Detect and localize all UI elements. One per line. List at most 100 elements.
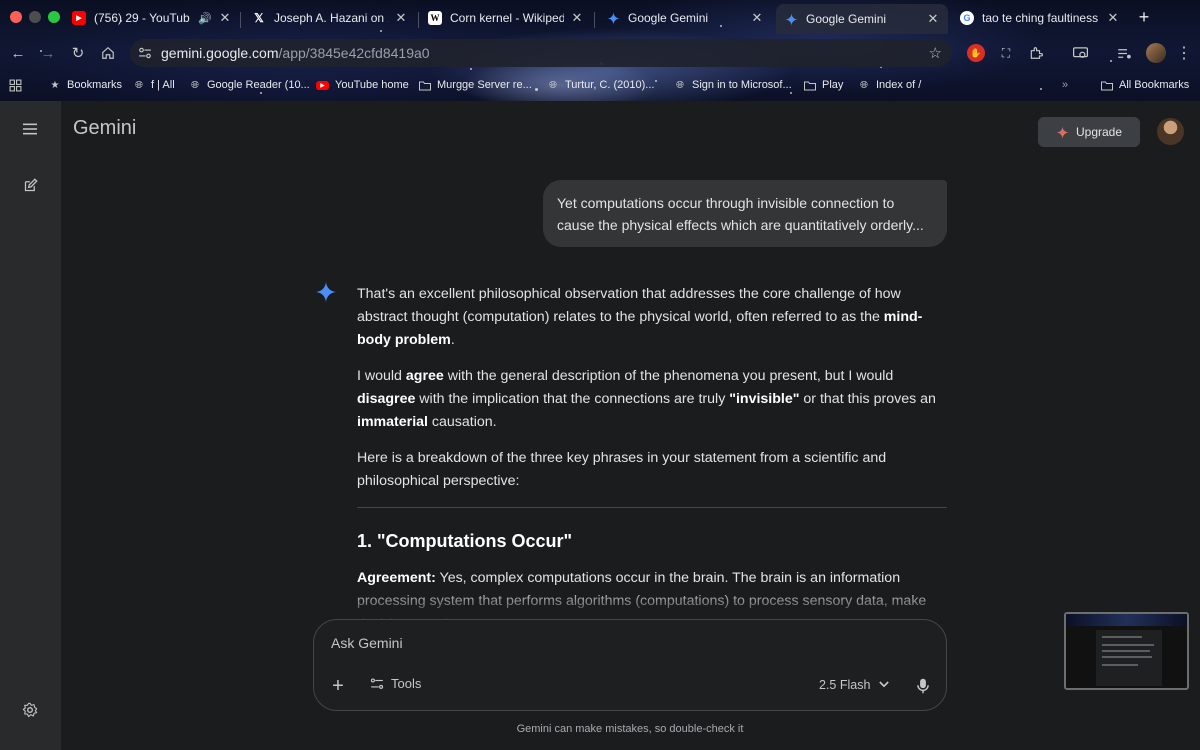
url-path: /app/3845e42cfd8419a0 bbox=[278, 45, 430, 61]
tab-youtube[interactable]: ▶ (756) 29 - YouTube 🔊 ✕ bbox=[64, 4, 240, 32]
browser-menu-icon[interactable]: ⋮ bbox=[1176, 43, 1192, 63]
bookmarks-overflow-button[interactable]: » bbox=[1062, 79, 1068, 91]
window-zoom-button[interactable] bbox=[48, 11, 60, 23]
url-host: gemini.google.com bbox=[161, 45, 279, 61]
browser-chrome: ▶ (756) 29 - YouTube 🔊 ✕ 𝕏 Joseph A. Haz… bbox=[0, 0, 1200, 101]
wikipedia-icon: W bbox=[428, 11, 442, 25]
tab-strip: ▶ (756) 29 - YouTube 🔊 ✕ 𝕏 Joseph A. Haz… bbox=[0, 0, 1200, 34]
prompt-input-box[interactable]: Ask Gemini + Tools 2.5 Flash bbox=[313, 619, 947, 711]
tab-gemini-active[interactable]: Google Gemini ✕ bbox=[776, 4, 948, 34]
close-icon[interactable]: ✕ bbox=[218, 10, 232, 26]
tab-title: tao te ching faultiness fa bbox=[982, 11, 1100, 25]
bookmark-youtube-home[interactable]: ▶ YouTube home bbox=[316, 79, 409, 91]
media-controls-icon[interactable] bbox=[1115, 44, 1133, 62]
tools-sliders-icon bbox=[370, 677, 384, 689]
youtube-icon: ▶ bbox=[316, 80, 329, 90]
youtube-icon: ▶ bbox=[72, 11, 86, 25]
response-paragraph: That's an excellent philosophical observ… bbox=[357, 286, 923, 348]
globe-icon: 🌐︎ bbox=[549, 79, 557, 91]
folder-icon bbox=[419, 79, 431, 91]
bookmark-index-of[interactable]: 🌐︎ Index of / bbox=[858, 79, 921, 91]
tab-title: Joseph A. Hazani on X: " bbox=[274, 11, 388, 25]
tools-button[interactable]: Tools bbox=[370, 676, 421, 691]
screen-recording-thumbnail[interactable] bbox=[1064, 612, 1189, 690]
main-menu-icon[interactable] bbox=[18, 117, 42, 141]
add-attachment-button[interactable]: + bbox=[328, 676, 348, 696]
folder-icon bbox=[1101, 79, 1113, 91]
user-avatar[interactable] bbox=[1157, 118, 1184, 145]
close-icon[interactable]: ✕ bbox=[926, 11, 940, 27]
tab-x[interactable]: 𝕏 Joseph A. Hazani on X: " ✕ bbox=[244, 4, 416, 32]
close-icon[interactable]: ✕ bbox=[750, 10, 764, 26]
tab-wikipedia[interactable]: W Corn kernel - Wikipedia ✕ bbox=[420, 4, 592, 32]
user-message: Yet computations occur through invisible… bbox=[543, 180, 947, 247]
bookmark-google-reader[interactable]: 🌐︎ Google Reader (10... bbox=[189, 79, 310, 91]
settings-gear-icon[interactable] bbox=[18, 698, 42, 722]
home-button[interactable] bbox=[97, 42, 119, 64]
upgrade-button[interactable]: Upgrade bbox=[1038, 117, 1140, 147]
window-close-button[interactable] bbox=[10, 11, 22, 23]
tab-google-search[interactable]: G tao te ching faultiness fa ✕ bbox=[952, 4, 1128, 32]
star-icon: ★ bbox=[50, 79, 60, 91]
gemini-spark-icon bbox=[1055, 125, 1069, 139]
gemini-icon bbox=[784, 12, 798, 26]
x-icon: 𝕏 bbox=[254, 11, 264, 25]
upgrade-label: Upgrade bbox=[1075, 125, 1123, 139]
reload-button[interactable]: ↻ bbox=[67, 42, 89, 64]
browser-profile-avatar[interactable] bbox=[1146, 43, 1166, 63]
tab-title: Corn kernel - Wikipedia bbox=[450, 11, 564, 25]
close-icon[interactable]: ✕ bbox=[394, 10, 408, 26]
gemini-spark-icon bbox=[315, 281, 337, 308]
globe-icon: 🌐︎ bbox=[191, 79, 199, 91]
bookmark-microsoft-signin[interactable]: 🌐︎ Sign in to Microsof... bbox=[674, 79, 792, 91]
tools-label: Tools bbox=[391, 676, 422, 691]
apps-icon[interactable] bbox=[9, 79, 22, 92]
model-selector[interactable]: 2.5 Flash bbox=[819, 678, 890, 692]
sidebar bbox=[0, 101, 61, 750]
all-bookmarks-folder[interactable]: All Bookmarks bbox=[1101, 79, 1189, 91]
tab-title: Google Gemini bbox=[628, 11, 709, 25]
divider bbox=[357, 507, 947, 508]
prompt-input[interactable]: Ask Gemini bbox=[331, 635, 403, 651]
tab-title: (756) 29 - YouTube bbox=[94, 11, 191, 25]
folder-icon bbox=[804, 79, 816, 91]
response-paragraph: Here is a breakdown of the three key phr… bbox=[357, 450, 887, 489]
extension-adblock-icon[interactable]: ✋ bbox=[967, 44, 985, 62]
new-chat-icon[interactable] bbox=[18, 173, 42, 197]
bookmark-play[interactable]: Play bbox=[804, 79, 843, 91]
response-paragraph: I would agree with the general descripti… bbox=[357, 368, 936, 430]
browser-toolbar: ← → ↻ gemini.google.com/app/3845e42cfd84… bbox=[0, 36, 1200, 70]
reading-mode-icon[interactable] bbox=[1071, 44, 1089, 62]
chevron-down-icon bbox=[879, 679, 890, 691]
bookmark-f-all[interactable]: 🌐︎ f | All bbox=[133, 79, 175, 91]
model-label: 2.5 Flash bbox=[819, 678, 871, 692]
url-text: gemini.google.com/app/3845e42cfd8419a0 bbox=[161, 45, 430, 61]
address-bar[interactable]: gemini.google.com/app/3845e42cfd8419a0 ☆ bbox=[130, 39, 952, 67]
extensions-puzzle-icon[interactable] bbox=[1027, 44, 1045, 62]
bookmarks-bar: ★ Bookmarks 🌐︎ f | All 🌐︎ Google Reader (10… bbox=[0, 74, 1200, 98]
window-minimize-button[interactable] bbox=[29, 11, 41, 23]
globe-icon: 🌐︎ bbox=[860, 79, 868, 91]
gemini-icon bbox=[606, 11, 620, 25]
close-icon[interactable]: ✕ bbox=[570, 10, 584, 26]
globe-icon: 🌐︎ bbox=[135, 79, 143, 91]
disclaimer-text: Gemini can make mistakes, so double-chec… bbox=[516, 723, 744, 735]
site-settings-icon[interactable] bbox=[138, 46, 152, 60]
google-icon: G bbox=[960, 11, 974, 25]
gemini-brand-title[interactable]: Gemini bbox=[73, 117, 136, 140]
new-tab-button[interactable]: + bbox=[1136, 7, 1152, 28]
forward-button[interactable]: → bbox=[37, 42, 59, 64]
back-button[interactable]: ← bbox=[7, 42, 29, 64]
globe-icon: 🌐︎ bbox=[676, 79, 684, 91]
response-heading: 1. "Computations Occur" bbox=[357, 531, 573, 551]
tab-gemini[interactable]: Google Gemini ✕ bbox=[598, 4, 772, 32]
extension-screenshot-icon[interactable]: ⛶ bbox=[997, 44, 1015, 62]
bookmark-bookmarks[interactable]: ★ Bookmarks bbox=[49, 79, 123, 91]
bookmark-star-icon[interactable]: ☆ bbox=[929, 44, 942, 62]
microphone-icon[interactable] bbox=[913, 676, 933, 696]
speaker-icon[interactable]: 🔊 bbox=[198, 12, 212, 25]
close-icon[interactable]: ✕ bbox=[1106, 10, 1120, 26]
bookmark-murgge-server[interactable]: Murgge Server re... bbox=[419, 79, 532, 91]
gemini-app: Gemini Upgrade Yet computations occur th… bbox=[0, 101, 1200, 750]
bookmark-turtur[interactable]: 🌐︎ Turtur, C. (2010)... bbox=[547, 79, 654, 91]
